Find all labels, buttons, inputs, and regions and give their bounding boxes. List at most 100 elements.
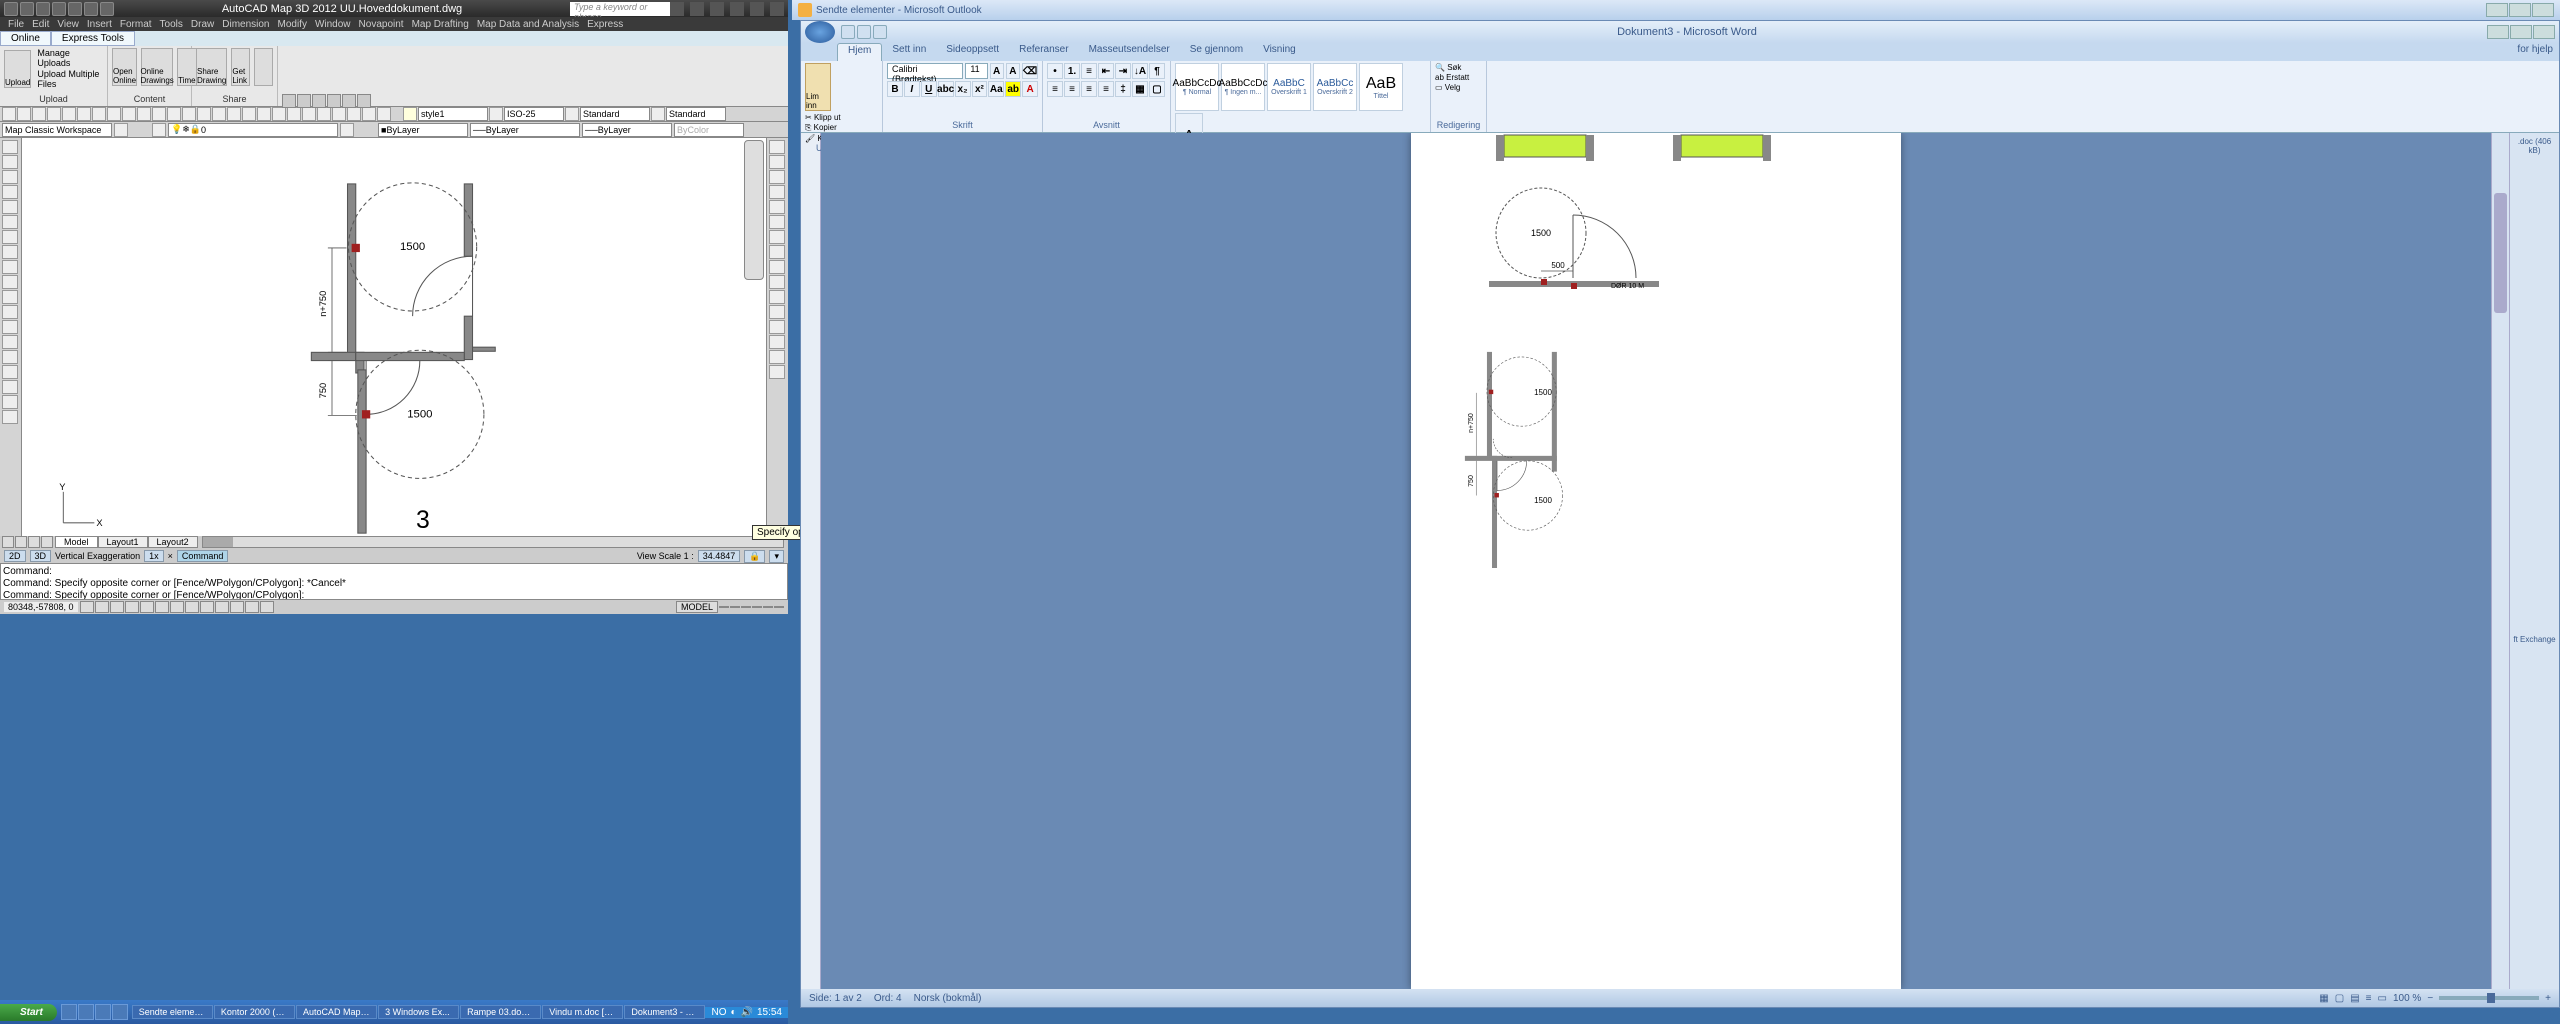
tab-referanser[interactable]: Referanser (1009, 43, 1078, 61)
vs-menu-icon[interactable]: ▾ (769, 550, 784, 563)
fillet-icon[interactable] (769, 350, 785, 364)
menu-insert[interactable]: Insert (87, 19, 112, 30)
publish-icon[interactable] (77, 107, 91, 121)
menu-window[interactable]: Window (315, 19, 351, 30)
nv-tool-icon[interactable] (312, 94, 326, 108)
maximize-icon[interactable] (2509, 3, 2531, 17)
share-drawing[interactable]: Share Drawing (196, 48, 227, 86)
tab-next-icon[interactable] (28, 536, 40, 548)
menu-express[interactable]: Express (587, 19, 623, 30)
tab-hjem[interactable]: Hjem (837, 43, 882, 61)
tab-settinn[interactable]: Sett inn (882, 43, 936, 61)
tab-sideoppsett[interactable]: Sideoppsett (936, 43, 1009, 61)
align-left-icon[interactable]: ≡ (1047, 81, 1063, 97)
save-icon[interactable] (32, 107, 46, 121)
online-drawings[interactable]: Online Drawings (141, 48, 173, 86)
tab-model[interactable]: Model (55, 536, 98, 548)
osnap-toggle[interactable] (140, 601, 154, 613)
menu-modify[interactable]: Modify (278, 19, 307, 30)
style-h2[interactable]: AaBbCcOverskrift 2 (1313, 63, 1357, 111)
layer-prop-icon[interactable] (152, 123, 166, 137)
language-indicator[interactable]: Norsk (bokmål) (914, 993, 982, 1004)
undo-icon[interactable] (857, 25, 871, 39)
pline-icon[interactable] (2, 170, 18, 184)
trim-icon[interactable] (769, 275, 785, 289)
open-icon[interactable] (36, 2, 50, 16)
tool-icon[interactable] (362, 107, 376, 121)
model-space-btn[interactable]: MODEL (676, 601, 718, 613)
tab-visning[interactable]: Visning (1253, 43, 1306, 61)
status-icon[interactable] (741, 606, 751, 608)
select-item[interactable]: ▭ Velg (1435, 83, 1482, 92)
style-normal[interactable]: AaBbCcDc¶ Normal (1175, 63, 1219, 111)
tab-layout1[interactable]: Layout1 (98, 536, 148, 548)
mirror-icon[interactable] (769, 170, 785, 184)
ml-style-dd[interactable]: Standard (666, 107, 726, 121)
scale-icon[interactable] (769, 245, 785, 259)
insert-icon[interactable] (2, 305, 18, 319)
lang-indicator[interactable]: NO (711, 1007, 726, 1018)
coords-readout[interactable]: 80348,-57808, 0 (4, 602, 78, 612)
block-icon[interactable] (2, 320, 18, 334)
copy-obj-icon[interactable] (769, 155, 785, 169)
outlook-titlebar[interactable]: Sendte elementer - Microsoft Outlook (792, 0, 2560, 20)
properties-icon[interactable] (227, 107, 241, 121)
tool-icon[interactable] (377, 107, 391, 121)
ortho-toggle[interactable] (110, 601, 124, 613)
ql-icon[interactable] (112, 1004, 128, 1020)
nav-bar[interactable] (744, 140, 764, 280)
nv-tool-icon[interactable] (282, 94, 296, 108)
help-hint[interactable]: for hjelp (2511, 43, 2559, 61)
find-item[interactable]: 🔍 Søk (1435, 63, 1482, 72)
status-icon[interactable] (774, 606, 784, 608)
dyn-toggle[interactable] (200, 601, 214, 613)
manage-uploads[interactable]: Manage Uploads (35, 48, 103, 68)
open-icon[interactable] (17, 107, 31, 121)
save-icon[interactable] (52, 2, 66, 16)
vertical-ruler[interactable] (801, 133, 821, 989)
menu-file[interactable]: File (8, 19, 24, 30)
text-style-dd[interactable]: style1 (418, 107, 488, 121)
menu-map-data[interactable]: Map Data and Analysis (477, 19, 579, 30)
dc-icon[interactable] (242, 107, 256, 121)
paste-button[interactable]: Lim inn (805, 63, 831, 111)
rotate-icon[interactable] (769, 230, 785, 244)
copy-icon[interactable] (107, 107, 121, 121)
view-web-icon[interactable]: ▤ (2350, 993, 2359, 1004)
vs-value[interactable]: 34.4847 (698, 550, 741, 562)
autocad-titlebar[interactable]: AutoCAD Map 3D 2012 UU.Hoveddokument.dwg… (0, 0, 788, 17)
exchange-icon[interactable] (690, 2, 704, 16)
tool-icon[interactable] (287, 107, 301, 121)
view-draft-icon[interactable]: ▭ (2378, 993, 2387, 1004)
view-outline-icon[interactable]: ≡ (2366, 993, 2372, 1004)
tool-icon[interactable] (332, 107, 346, 121)
revcloud-icon[interactable] (2, 245, 18, 259)
array-icon[interactable] (769, 200, 785, 214)
nv-tool-icon[interactable] (297, 94, 311, 108)
tpy-toggle[interactable] (230, 601, 244, 613)
h-scrollbar[interactable] (202, 536, 784, 548)
task-vindu[interactable]: Vindu m.doc [Ko... (542, 1005, 623, 1019)
shading-icon[interactable]: ▦ (1132, 81, 1148, 97)
explode-icon[interactable] (769, 365, 785, 379)
bold-icon[interactable]: B (887, 81, 903, 97)
point-icon[interactable] (2, 335, 18, 349)
tool-icon[interactable] (272, 107, 286, 121)
qp-toggle[interactable] (245, 601, 259, 613)
ql-icon[interactable] (95, 1004, 111, 1020)
join-icon[interactable] (769, 320, 785, 334)
font-name-dd[interactable]: Calibri (Brødtekst) (887, 63, 963, 79)
star-icon[interactable] (670, 2, 684, 16)
move-icon[interactable] (769, 215, 785, 229)
table-icon[interactable] (2, 395, 18, 409)
tab-last-icon[interactable] (41, 536, 53, 548)
tool-icon[interactable] (317, 107, 331, 121)
ql-icon[interactable] (61, 1004, 77, 1020)
open-online[interactable]: Open Online (112, 48, 137, 86)
region-icon[interactable] (2, 380, 18, 394)
redo-icon[interactable] (873, 25, 887, 39)
task-autocad[interactable]: AutoCAD Map 3... (296, 1005, 377, 1019)
spline-icon[interactable] (2, 260, 18, 274)
btn-2d[interactable]: 2D (4, 550, 26, 562)
copy-item[interactable]: ⎘ Kopier (805, 123, 865, 133)
